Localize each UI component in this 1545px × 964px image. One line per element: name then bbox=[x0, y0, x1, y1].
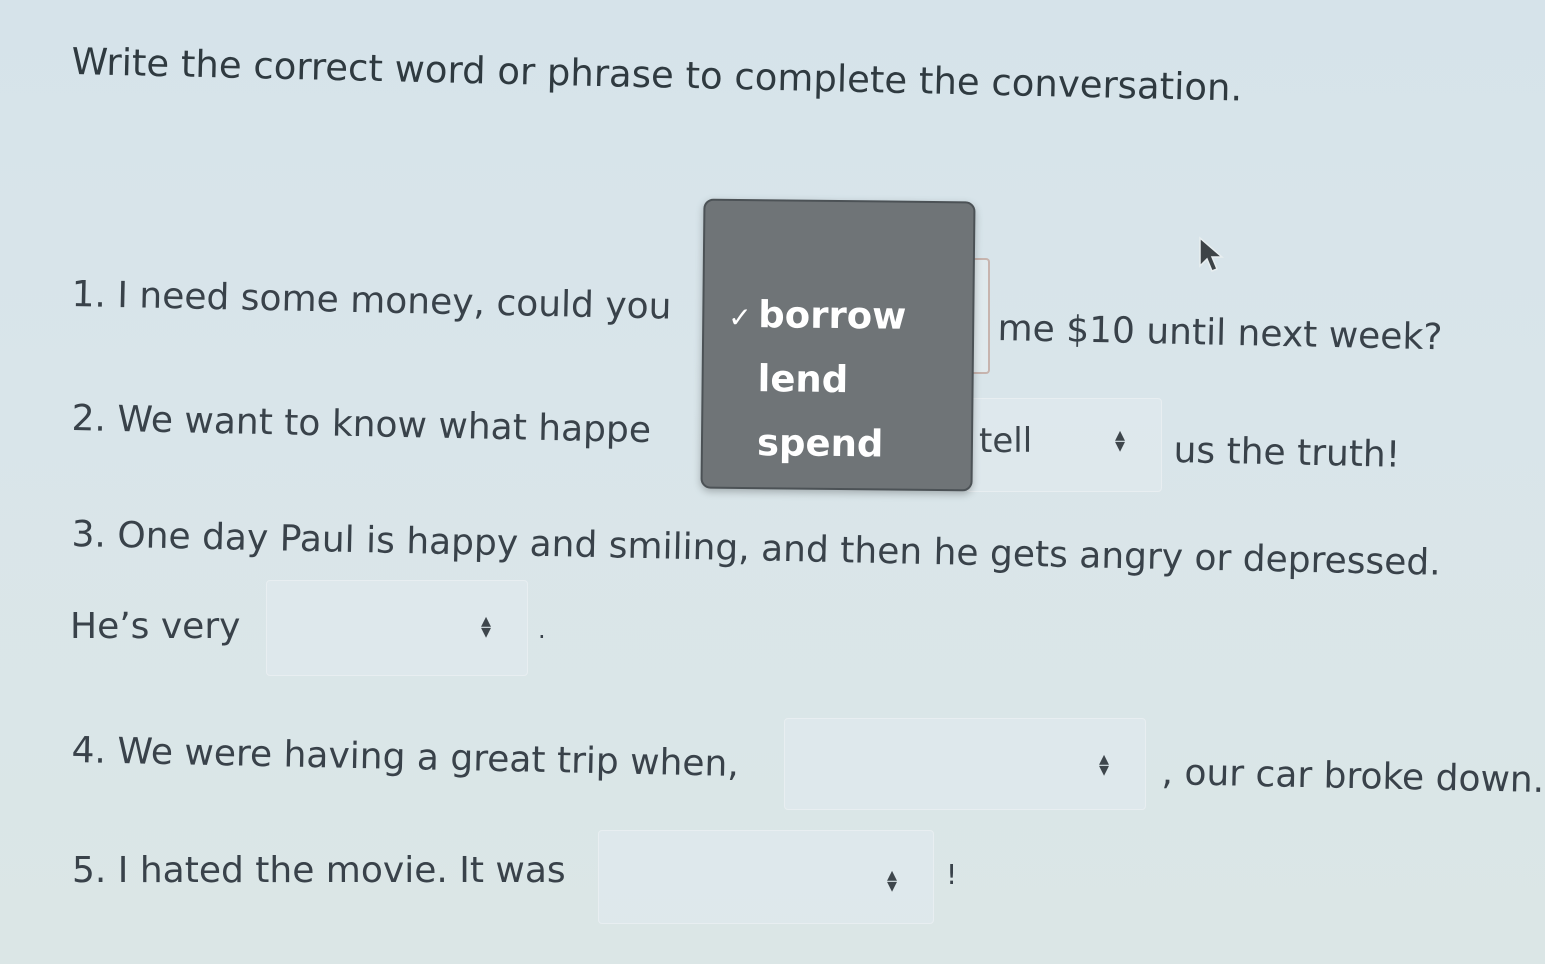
q5-text-before: 5. I hated the movie. It was bbox=[72, 850, 566, 891]
instructions: Write the correct word or phrase to comp… bbox=[71, 40, 1243, 110]
q5-select[interactable]: ▴ ▾ bbox=[598, 830, 934, 924]
q4-text-after: , our car broke down. bbox=[1161, 752, 1545, 802]
q2-select[interactable]: tell ▴ ▾ bbox=[966, 398, 1162, 492]
q1-text-before: 1. I need some money, could you bbox=[71, 274, 672, 328]
dropdown-option-borrow[interactable]: borrow bbox=[758, 293, 906, 338]
q4-text-before: 4. We were having a great trip when, bbox=[71, 730, 740, 785]
quiz-page: Write the correct word or phrase to comp… bbox=[0, 0, 1545, 964]
q4-select[interactable]: ▴ ▾ bbox=[784, 718, 1146, 810]
up-down-arrows-icon: ▴ ▾ bbox=[886, 862, 897, 897]
up-down-arrows-icon: ▴ ▾ bbox=[1114, 422, 1125, 457]
q3-text: 3. One day Paul is happy and smiling, an… bbox=[71, 514, 1442, 584]
up-down-arrows-icon: ▴ ▾ bbox=[480, 608, 491, 643]
q2-text-before: 2. We want to know what happe bbox=[71, 398, 652, 452]
q3-select[interactable]: ▴ ▾ bbox=[266, 580, 528, 676]
mouse-pointer-icon bbox=[1196, 236, 1226, 280]
dropdown-option-spend[interactable]: spend bbox=[757, 421, 884, 465]
q3-text-before: He’s very bbox=[70, 606, 241, 647]
q2-selected-value: tell bbox=[979, 421, 1033, 461]
up-down-arrows-icon: ▴ ▾ bbox=[1098, 746, 1109, 781]
q2-text-after: us the truth! bbox=[1173, 430, 1401, 476]
check-icon: ✓ bbox=[728, 300, 752, 335]
dropdown-option-lend[interactable]: lend bbox=[757, 357, 848, 401]
q1-text-after: me $10 until next week? bbox=[997, 308, 1443, 359]
q5-text-after: ! bbox=[946, 858, 958, 891]
q1-dropdown-menu[interactable]: ✓ borrow lend spend bbox=[700, 198, 976, 492]
q3-text-after: . bbox=[538, 616, 546, 644]
